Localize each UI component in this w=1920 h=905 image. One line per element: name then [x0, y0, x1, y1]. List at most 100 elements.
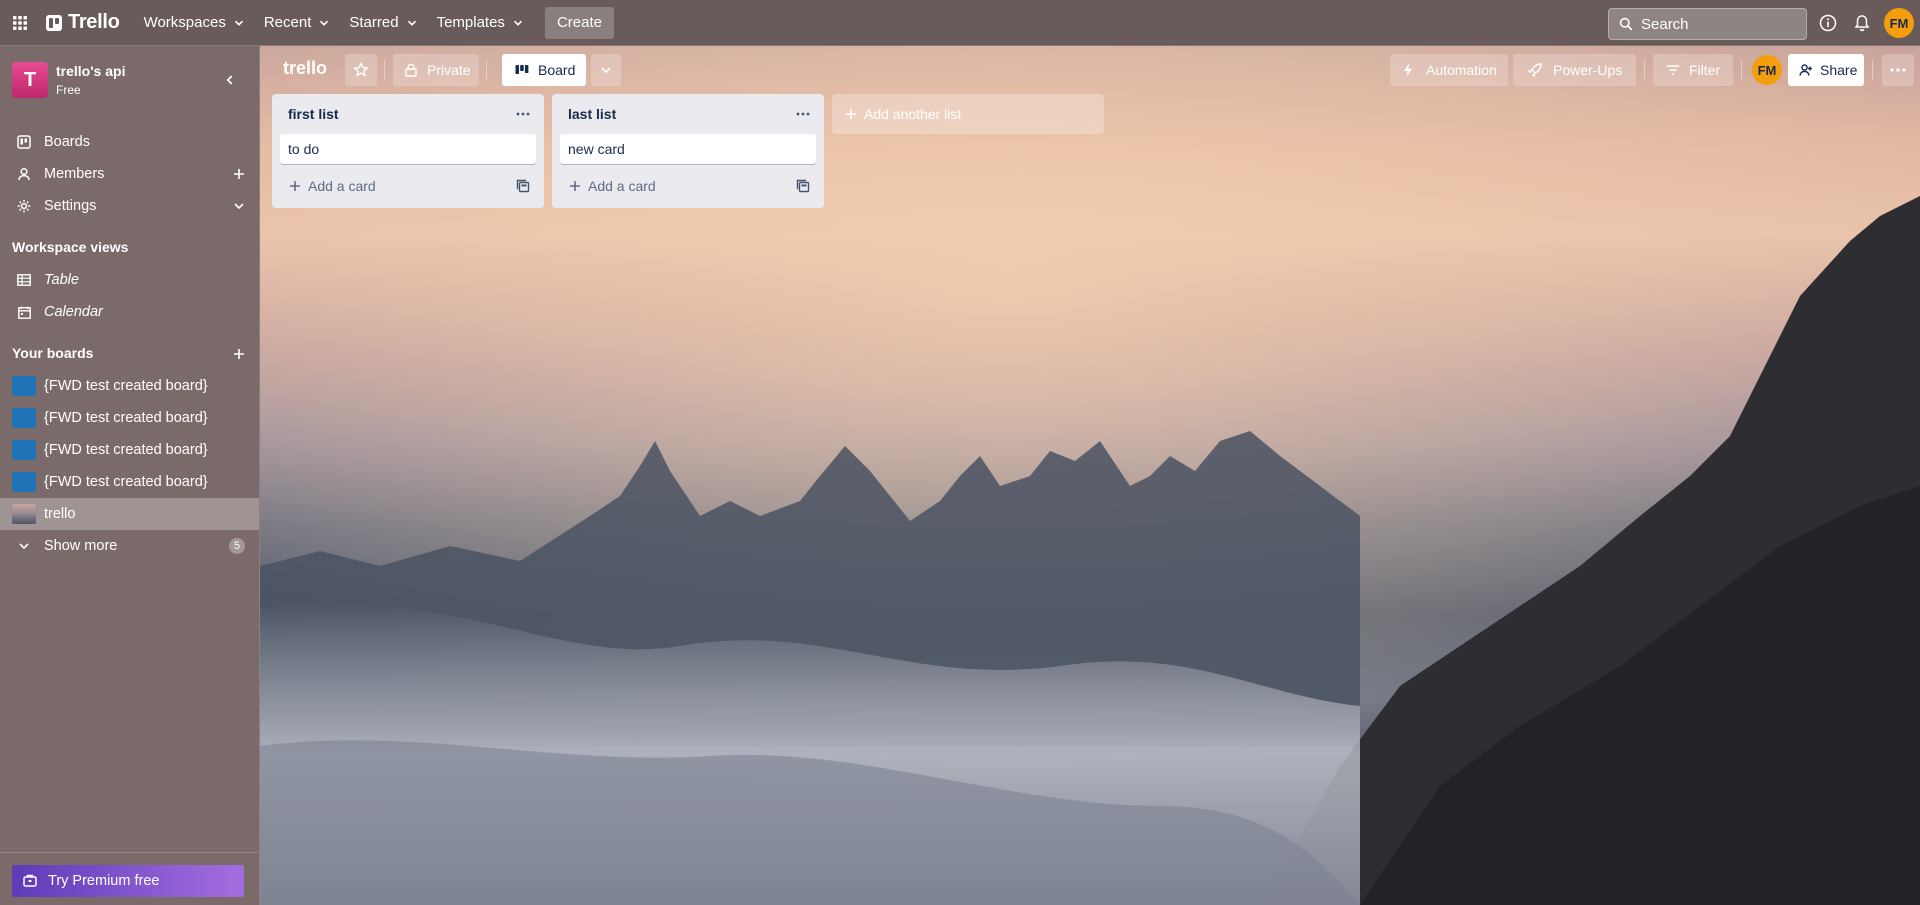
starred-menu-button[interactable]: Starred [339, 7, 426, 39]
workspace-header: T trello's api Free [12, 62, 125, 98]
sidebar-item-settings[interactable]: Settings [0, 190, 259, 222]
board-thumbnail [12, 376, 36, 396]
workspaces-menu-button[interactable]: Workspaces [134, 7, 254, 39]
header-divider [1741, 60, 1742, 80]
user-avatar[interactable]: FM [1884, 8, 1914, 38]
list-title[interactable]: last list [568, 106, 616, 122]
chevron-down-icon [234, 20, 243, 26]
create-button[interactable]: Create [544, 6, 614, 39]
information-icon[interactable] [1818, 13, 1838, 33]
sidebar-board-label: {FWD test created board} [44, 410, 208, 426]
add-card-button[interactable]: Add a card [288, 178, 376, 194]
board-menu-button[interactable] [1882, 54, 1914, 86]
trello-logo-text: Trello [68, 11, 120, 33]
app-switcher-icon[interactable] [8, 11, 32, 35]
sidebar-item-members[interactable]: Members [0, 158, 259, 190]
board-canvas: trello Private Board Automation Power-Up… [260, 46, 1920, 905]
list-last: last list new card Add a card [552, 94, 824, 208]
share-button[interactable]: Share [1788, 54, 1864, 86]
chevron-down-icon [513, 20, 523, 26]
sidebar-item-calendar[interactable]: Calendar [0, 296, 259, 328]
try-premium-button[interactable]: Try Premium free [12, 865, 244, 897]
power-ups-label: Power-Ups [1553, 62, 1623, 78]
card[interactable]: new card [560, 134, 816, 164]
sidebar-divider [0, 852, 259, 853]
sidebar-board-item[interactable]: {FWD test created board} [0, 402, 259, 434]
sidebar-board-label: {FWD test created board} [44, 378, 208, 394]
list-actions-icon[interactable] [794, 105, 812, 123]
sidebar-item-label: Boards [44, 134, 90, 150]
sidebar-item-boards[interactable]: Boards [0, 126, 259, 158]
add-list-label: Add another list [864, 106, 962, 122]
add-card-label: Add a card [308, 178, 376, 194]
create-from-template-icon[interactable] [794, 177, 812, 195]
notifications-bell-icon[interactable] [1852, 13, 1872, 33]
sidebar-board-item-active[interactable]: trello [0, 498, 259, 530]
plus-icon [844, 107, 858, 121]
automation-button[interactable]: Automation [1390, 54, 1508, 86]
workspace-plan: Free [56, 83, 81, 97]
sidebar-board-item[interactable]: {FWD test created board} [0, 370, 259, 402]
visibility-label: Private [427, 62, 471, 78]
card[interactable]: to do [280, 134, 536, 164]
list-footer: Add a card [280, 164, 536, 208]
premium-icon [22, 873, 38, 889]
workspace-views-heading: Workspace views [12, 239, 129, 255]
chevron-down-icon[interactable] [231, 198, 247, 214]
search-input[interactable]: Search [1608, 8, 1807, 40]
sidebar-board-label: trello [44, 506, 76, 522]
templates-menu-button[interactable]: Templates [427, 7, 533, 39]
add-another-list-button[interactable]: Add another list [832, 94, 1104, 134]
chevron-down-icon [320, 20, 329, 26]
add-member-icon[interactable] [231, 166, 247, 182]
filter-button[interactable]: Filter [1653, 54, 1733, 86]
board-view-button[interactable]: Board [502, 54, 586, 86]
sidebar-item-table[interactable]: Table [0, 264, 259, 296]
add-card-button[interactable]: Add a card [568, 178, 656, 194]
list-header[interactable]: last list [560, 94, 816, 134]
board-title[interactable]: trello [283, 58, 327, 79]
members-icon [16, 166, 32, 182]
trello-logo[interactable]: Trello [46, 11, 120, 34]
sidebar-board-label: {FWD test created board} [44, 474, 208, 490]
list-title[interactable]: first list [288, 106, 339, 122]
share-label: Share [1820, 62, 1858, 78]
top-navigation-bar: Trello Workspaces Recent Starred Templat… [0, 0, 1920, 46]
list-footer: Add a card [560, 164, 816, 208]
templates-menu-label: Templates [436, 14, 505, 31]
star-icon [353, 62, 369, 77]
collapse-sidebar-icon[interactable] [222, 72, 238, 88]
list-actions-icon[interactable] [514, 105, 532, 123]
calendar-icon [16, 304, 32, 320]
board-thumbnail [12, 408, 36, 428]
automation-label: Automation [1426, 62, 1497, 78]
show-more-label: Show more [44, 538, 118, 554]
board-view-icon [514, 62, 530, 78]
gear-icon [16, 198, 32, 214]
views-dropdown-button[interactable] [591, 54, 621, 86]
plus-icon [288, 179, 302, 193]
list-header[interactable]: first list [280, 94, 536, 134]
star-board-button[interactable] [345, 54, 377, 86]
show-more-boards[interactable]: Show more 5 [0, 530, 259, 562]
chevron-down-icon [601, 67, 611, 74]
chevron-down-icon [407, 20, 416, 26]
add-board-icon[interactable] [231, 346, 247, 362]
search-placeholder: Search [1641, 15, 1689, 33]
add-card-label: Add a card [588, 178, 656, 194]
board-member-avatar[interactable]: FM [1752, 55, 1782, 85]
sidebar-board-label: {FWD test created board} [44, 442, 208, 458]
visibility-button[interactable]: Private [393, 54, 479, 86]
sidebar-item-label: Members [44, 166, 105, 182]
power-ups-button[interactable]: Power-Ups [1513, 54, 1636, 86]
your-boards-heading: Your boards [12, 345, 94, 361]
lightning-bolt-icon [1400, 62, 1416, 78]
sidebar-board-item[interactable]: {FWD test created board} [0, 434, 259, 466]
recent-menu-button[interactable]: Recent [254, 7, 340, 39]
header-divider [1644, 60, 1645, 80]
rocket-icon [1527, 62, 1543, 78]
create-from-template-icon[interactable] [514, 177, 532, 195]
header-divider [486, 60, 487, 80]
sidebar-board-item[interactable]: {FWD test created board} [0, 466, 259, 498]
trello-logo-icon [46, 14, 62, 31]
